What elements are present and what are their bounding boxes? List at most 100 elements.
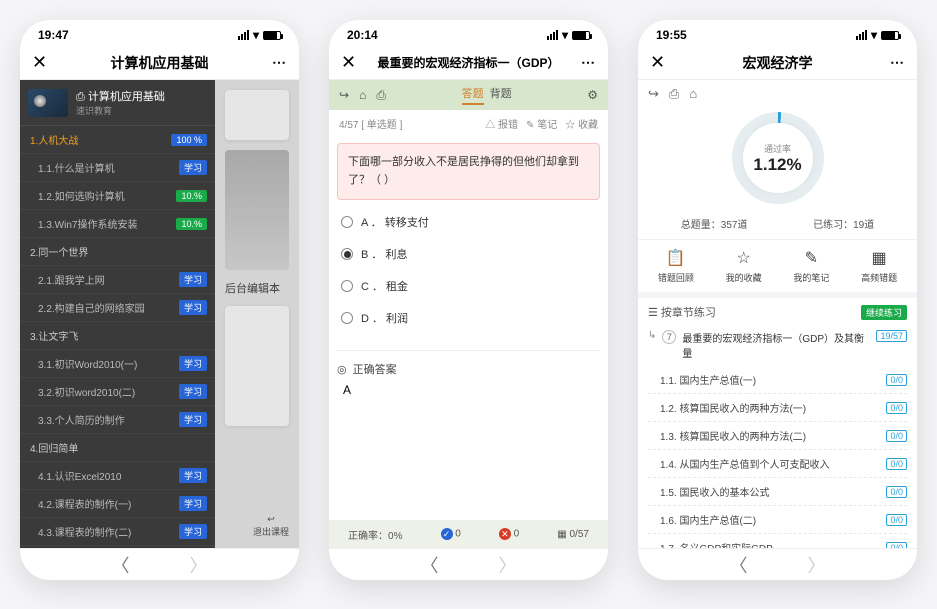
subchapter-progress: 0/0 xyxy=(886,486,907,498)
subchapter-item[interactable]: 1.6. 国内生产总值(二)0/0 xyxy=(648,505,907,533)
exit-course[interactable]: ↩退出课程 xyxy=(253,514,289,538)
book-icon[interactable]: ⎙ xyxy=(669,86,679,102)
nav-forward-icon[interactable]: 〉 xyxy=(499,552,517,578)
question-meta: 4/57 [ 单选题 ] △ 报错 ✎ 笔记 ☆ 收藏 xyxy=(329,110,608,137)
subchapter-item[interactable]: 1.3. 核算国民收入的两种方法(二)0/0 xyxy=(648,421,907,449)
close-icon[interactable]: ✕ xyxy=(650,52,665,73)
option-label: A ． 转移支付 xyxy=(361,214,429,230)
chapter-header: ☰ 按章节练习 继续练习 xyxy=(638,298,917,326)
outline-label: 1.2.如何选购计算机 xyxy=(38,188,125,203)
target-icon: ◎ xyxy=(337,363,347,376)
outline-item[interactable]: 1.人机大战100 % xyxy=(20,126,215,154)
gear-icon[interactable]: ⚙ xyxy=(587,88,598,102)
book-icon[interactable]: ⎙ xyxy=(376,88,386,103)
pass-rate-ring: 通过率 1.12% xyxy=(732,112,824,204)
more-icon[interactable]: ⋯ xyxy=(890,54,905,71)
outline-item[interactable]: 2.同一个世界 xyxy=(20,238,215,266)
share-icon[interactable]: ↪ xyxy=(339,88,349,103)
status-bar: 19:47 ▾ xyxy=(20,20,299,46)
nav-forward-icon[interactable]: 〉 xyxy=(190,552,208,578)
option-B[interactable]: B ． 利息 xyxy=(337,238,600,270)
outline-badge: 学习 xyxy=(179,468,207,483)
home-icon[interactable]: ⌂ xyxy=(359,88,366,103)
sidebar-header[interactable]: ⎙ 计算机应用基础 速识教育 xyxy=(20,80,215,126)
question-counter: 4/57 [ 单选题 ] xyxy=(339,116,402,131)
nav-back-icon[interactable]: 〈 xyxy=(730,552,748,578)
outline-label: 3.3.个人简历的制作 xyxy=(38,412,125,427)
nav-forward-icon[interactable]: 〉 xyxy=(808,552,826,578)
option-A[interactable]: A ． 转移支付 xyxy=(337,206,600,238)
subchapter-label: 1.2. 核算国民收入的两种方法(一) xyxy=(660,400,806,415)
tab-memorize[interactable]: 背题 xyxy=(490,85,512,105)
report-link[interactable]: △ 报错 xyxy=(485,116,518,131)
chapter-title-row[interactable]: ↳ 7 最重要的宏观经济指标一（GDP）及其衡量 19/57 xyxy=(638,326,917,366)
fav-link[interactable]: ☆ 收藏 xyxy=(565,116,598,131)
outline-item[interactable]: 1.1.什么是计算机学习 xyxy=(20,154,215,182)
subchapter-item[interactable]: 1.5. 国民收入的基本公式0/0 xyxy=(648,477,907,505)
outline-item[interactable]: 4.2.课程表的制作(一)学习 xyxy=(20,490,215,518)
option-C[interactable]: C ． 租金 xyxy=(337,270,600,302)
home-icon[interactable]: ⌂ xyxy=(689,86,697,102)
phone-question: 20:14 ▾ ✕ 最重要的宏观经济指标一（GDP） ⋯ ↪ ⌂ ⎙ 答题 背题… xyxy=(329,20,608,580)
status-icons: ▾ xyxy=(856,28,899,42)
outline-badge: 学习 xyxy=(179,524,207,539)
signal-icon xyxy=(238,30,249,40)
option-D[interactable]: D ． 利润 xyxy=(337,302,600,334)
outline-list[interactable]: 1.人机大战100 %1.1.什么是计算机学习1.2.如何选购计算机10.%1.… xyxy=(20,126,215,548)
battery-icon xyxy=(881,31,899,40)
bottom-nav: 〈 〉 xyxy=(638,548,917,580)
outline-label: 3.让文字飞 xyxy=(30,328,78,343)
outline-label: 1.人机大战 xyxy=(30,132,78,147)
subchapter-label: 1.3. 核算国民收入的两种方法(二) xyxy=(660,428,806,443)
more-icon[interactable]: ⋯ xyxy=(581,54,596,71)
action-我的笔记[interactable]: ✎我的笔记 xyxy=(793,248,829,284)
outline-label: 1.3.Win7操作系统安装 xyxy=(38,216,137,231)
phone-course-outline: 19:47 ▾ ✕ 计算机应用基础 ⋯ 后台编辑本 ↩退出课程 ⎙ 计算机应用基… xyxy=(20,20,299,580)
action-icon: ▦ xyxy=(872,248,887,268)
outline-item[interactable]: 4.1.认识Excel2010学习 xyxy=(20,462,215,490)
tab-answer[interactable]: 答题 xyxy=(462,85,484,105)
sidebar-outline: ⎙ 计算机应用基础 速识教育 1.人机大战100 %1.1.什么是计算机学习1.… xyxy=(20,80,215,548)
action-我的收藏[interactable]: ☆我的收藏 xyxy=(726,248,762,284)
outline-item[interactable]: 3.3.个人简历的制作 学习 xyxy=(20,406,215,434)
outline-badge: 学习 xyxy=(179,412,207,427)
outline-item[interactable]: 1.3.Win7操作系统安装10.% xyxy=(20,210,215,238)
subchapter-item[interactable]: 1.4. 从国内生产总值到个人可支配收入0/0 xyxy=(648,449,907,477)
action-row: 📋错题回顾 ☆我的收藏 ✎我的笔记 ▦高频错题 xyxy=(638,240,917,298)
more-icon[interactable]: ⋯ xyxy=(272,54,287,71)
action-错题回顾[interactable]: 📋错题回顾 xyxy=(658,248,694,284)
titlebar: ✕ 宏观经济学 ⋯ xyxy=(638,46,917,80)
subchapter-item[interactable]: 1.2. 核算国民收入的两种方法(一)0/0 xyxy=(648,393,907,421)
radio-icon xyxy=(341,312,353,324)
clock: 19:55 xyxy=(656,28,687,42)
subchapter-item[interactable]: 1.7. 名义GDP和实际GDP0/0 xyxy=(648,533,907,548)
chapter-progress: 19/57 xyxy=(876,330,907,342)
outline-item[interactable]: 4.3.课程表的制作(二)学习 xyxy=(20,518,215,546)
share-icon[interactable]: ↪ xyxy=(648,86,659,102)
subchapter-label: 1.1. 国内生产总值(一) xyxy=(660,372,756,387)
close-icon[interactable]: ✕ xyxy=(32,52,47,73)
close-icon[interactable]: ✕ xyxy=(341,52,356,73)
outline-item[interactable]: 4.回归简单 xyxy=(20,434,215,462)
subchapter-progress: 0/0 xyxy=(886,514,907,526)
outline-item[interactable]: 2.2.构建自己的网络家园学习 xyxy=(20,294,215,322)
outline-item[interactable]: 3.1.初识Word2010(一)学习 xyxy=(20,350,215,378)
battery-icon xyxy=(572,31,590,40)
radio-icon xyxy=(341,248,353,260)
action-高频错题[interactable]: ▦高频错题 xyxy=(861,248,897,284)
nav-back-icon[interactable]: 〈 xyxy=(421,552,439,578)
outline-item[interactable]: 3.让文字飞 xyxy=(20,322,215,350)
outline-item[interactable]: 2.1.跟我学上网学习 xyxy=(20,266,215,294)
outline-item[interactable]: 1.2.如何选购计算机10.% xyxy=(20,182,215,210)
nav-back-icon[interactable]: 〈 xyxy=(112,552,130,578)
course-thumbnail xyxy=(28,89,68,117)
outline-item[interactable]: 3.2.初识word2010(二)学习 xyxy=(20,378,215,406)
correct-count: ✓ 0 xyxy=(441,528,461,540)
subchapter-item[interactable]: 1.1. 国内生产总值(一)0/0 xyxy=(648,366,907,393)
outline-item[interactable]: 4.4.课程表的制作(三)学习 xyxy=(20,546,215,548)
continue-button[interactable]: 继续练习 xyxy=(861,305,907,320)
note-link[interactable]: ✎ 笔记 xyxy=(526,116,557,131)
phone-stats: 19:55 ▾ ✕ 宏观经济学 ⋯ ↪ ⎙ ⌂ 通过率 1.12% 总题量：35… xyxy=(638,20,917,580)
course-subtitle: 速识教育 xyxy=(76,104,165,117)
progress-sheet[interactable]: ▦ 0/57 xyxy=(557,529,589,540)
